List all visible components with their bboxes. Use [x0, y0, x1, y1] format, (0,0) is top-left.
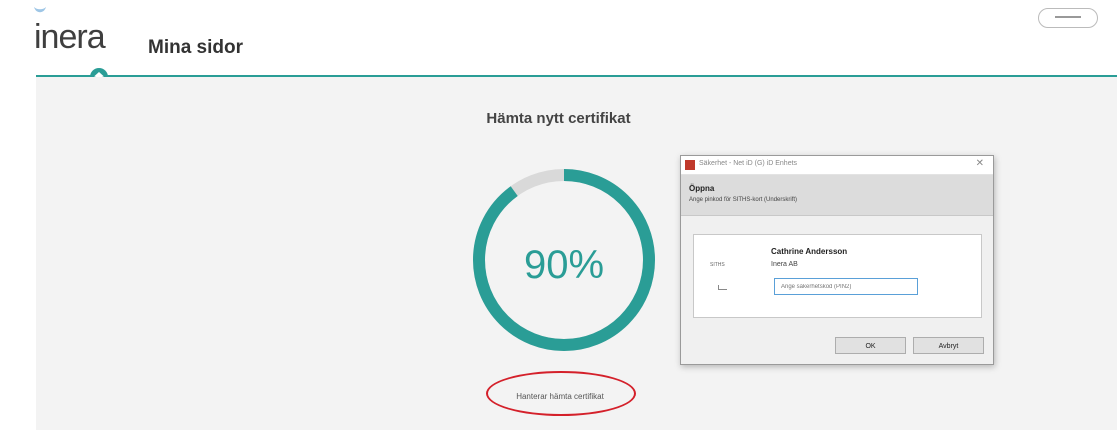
dialog-heading: Öppna	[689, 184, 715, 193]
cancel-button[interactable]: Avbryt	[913, 337, 984, 354]
dialog-instruction: Ange pinkod för SITHS-kort (Underskrift)	[689, 197, 798, 203]
progress-percent: 90%	[523, 243, 605, 287]
site-title[interactable]: Mina sidor	[148, 37, 243, 59]
page-title: Hämta nytt certifikat	[486, 110, 631, 127]
ok-button[interactable]: OK	[835, 337, 906, 354]
inera-logo[interactable]: inera	[34, 17, 106, 57]
card-organization: Inera AB	[771, 261, 798, 268]
pin-input[interactable]	[774, 278, 918, 295]
card-holder-name: Cathrine Andersson	[771, 247, 848, 256]
site-header: inera Mina sidor	[0, 0, 1117, 76]
dialog-header: Öppna Ange pinkod för SITHS-kort (Unders…	[681, 175, 993, 216]
logo-leaf-icon	[34, 7, 46, 13]
dialog-titlebar[interactable]: Säkerhet - Net iD (G) iD Enhets ✕	[681, 156, 993, 175]
close-icon[interactable]: ✕	[976, 158, 984, 169]
account-menu-button[interactable]	[1038, 8, 1098, 28]
pin-dialog: Säkerhet - Net iD (G) iD Enhets ✕ Öppna …	[680, 155, 994, 365]
card-reader-icon	[718, 285, 727, 290]
dialog-title: Säkerhet - Net iD (G) iD Enhets	[699, 160, 798, 167]
smart-card-panel: SITHS Cathrine Andersson Inera AB	[693, 234, 982, 318]
status-text: Hanterar hämta certifikat	[516, 392, 604, 401]
card-chip-label: SITHS	[710, 262, 725, 268]
app-icon	[685, 160, 695, 170]
